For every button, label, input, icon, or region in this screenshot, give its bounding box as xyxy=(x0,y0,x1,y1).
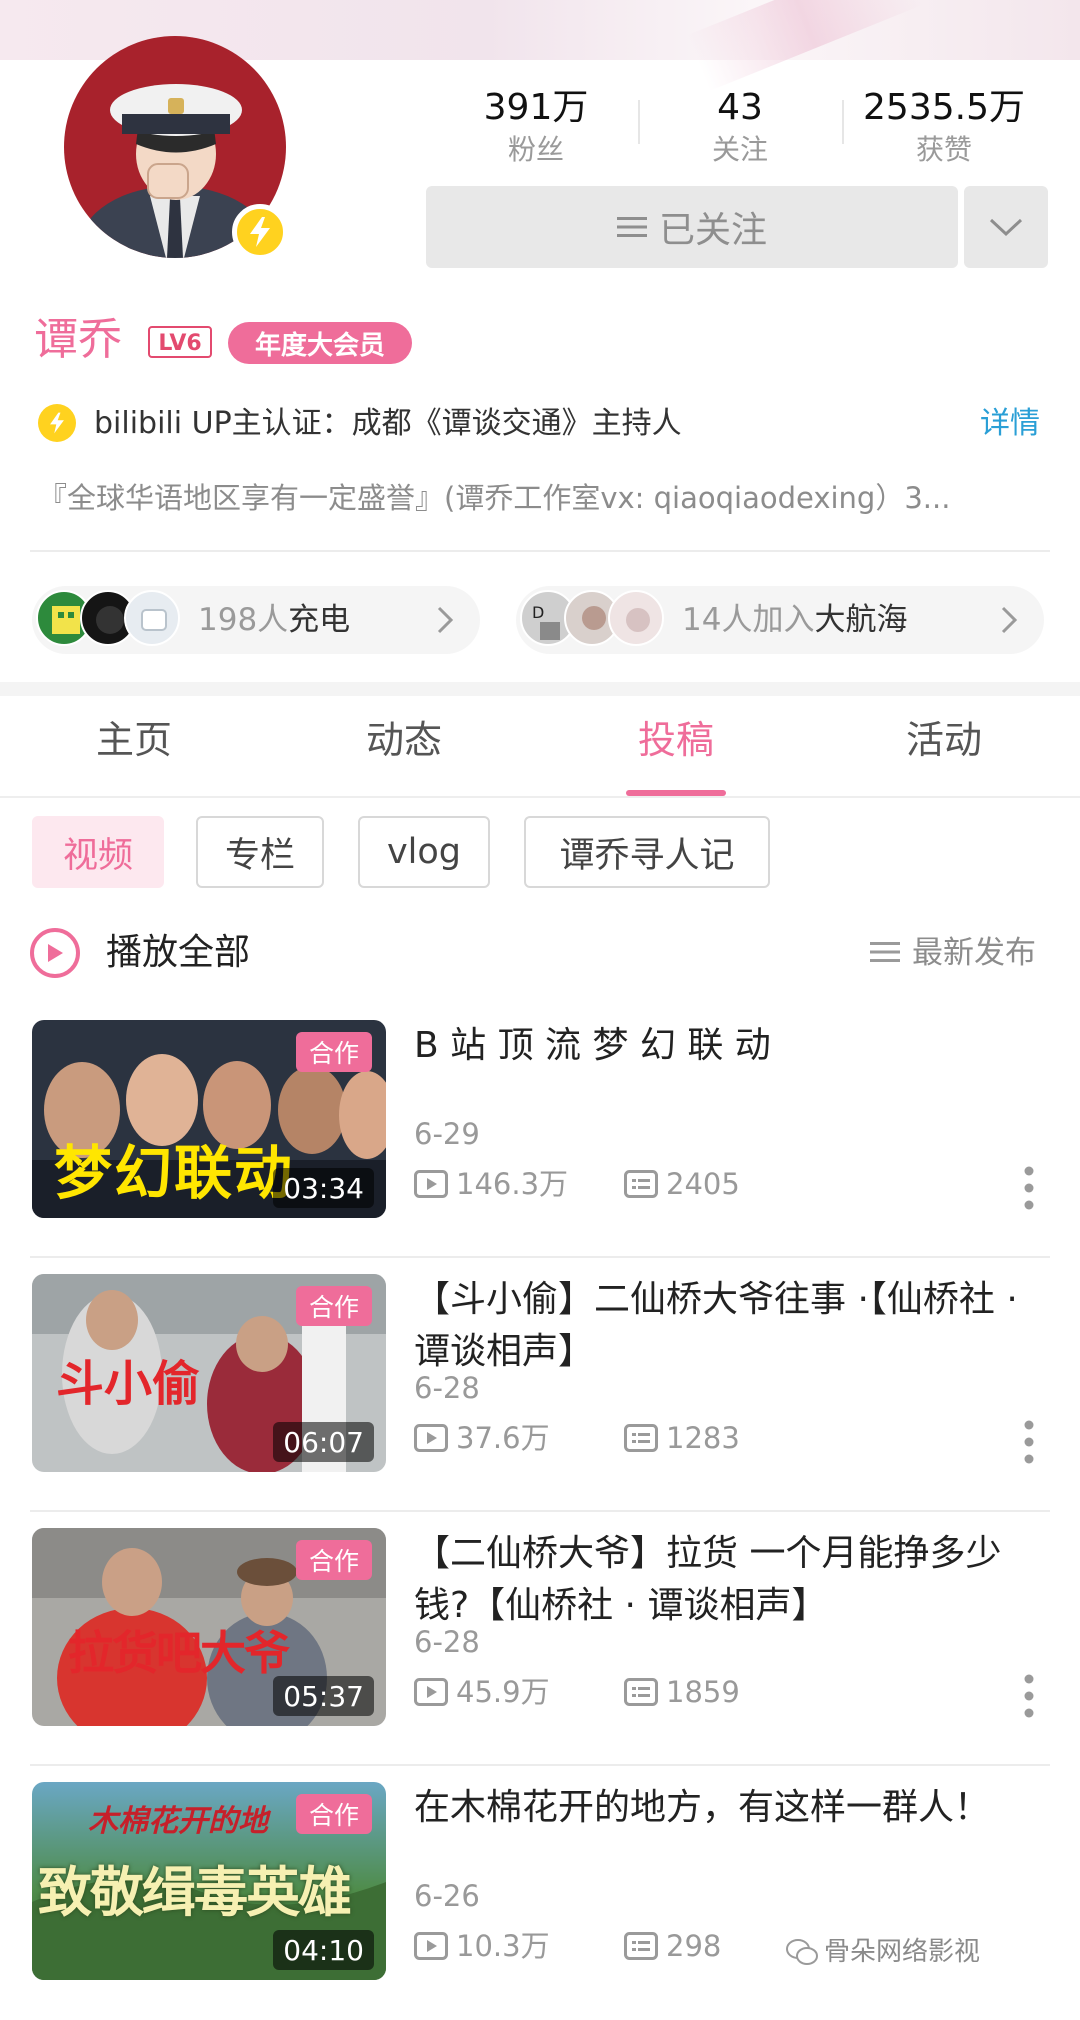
stat-likes: 2535.5万 获赞 xyxy=(854,88,1034,168)
filter-video[interactable]: 视频 xyxy=(32,816,164,888)
play-count-icon xyxy=(414,1170,448,1198)
stat-following[interactable]: 43 关注 xyxy=(650,88,830,168)
stat-divider xyxy=(842,100,844,144)
coop-tag: 合作 xyxy=(296,1286,372,1326)
video-duration: 04:10 xyxy=(273,1930,374,1970)
level-text: LV6 xyxy=(158,331,201,356)
video-title[interactable]: B 站 顶 流 梦 幻 联 动 xyxy=(414,1020,1054,1072)
cover-subtitle: 木棉花开的地 xyxy=(88,1804,268,1839)
vip-badge: 年度大会员 xyxy=(228,322,412,364)
video-play-count: 37.6万 xyxy=(456,1421,550,1455)
video-thumbnail[interactable]: 拉货吧大爷 合作 05:37 xyxy=(32,1528,386,1726)
play-all-icon[interactable] xyxy=(30,928,80,978)
verification-text: bilibili UP主认证：成都《谭谈交通》主持人 xyxy=(94,406,682,441)
video-date: 6-28 xyxy=(414,1371,480,1405)
chevron-down-icon xyxy=(989,218,1023,237)
following-label: 关注 xyxy=(711,133,768,166)
more-options-icon[interactable] xyxy=(1022,1672,1036,1720)
charge-supporters[interactable]: 198人充电 xyxy=(32,586,480,654)
video-danmaku-count: 2405 xyxy=(666,1167,740,1201)
stat-followers[interactable]: 391万 粉丝 xyxy=(446,88,626,168)
video-play-count: 10.3万 xyxy=(456,1929,550,1963)
play-count-icon xyxy=(414,1678,448,1706)
svg-text:D: D xyxy=(532,603,544,622)
tab-activities[interactable]: 活动 xyxy=(844,712,1044,768)
supporter-avatar xyxy=(608,590,664,646)
coop-tag: 合作 xyxy=(296,1032,372,1072)
tabs-divider xyxy=(0,796,1080,798)
video-duration: 03:34 xyxy=(273,1168,374,1208)
fleet-text: 14人加入大航海 xyxy=(682,602,908,638)
likes-label: 获赞 xyxy=(915,133,972,166)
video-date: 6-28 xyxy=(414,1625,480,1659)
charge-text: 198人充电 xyxy=(198,602,351,638)
filter-vlog[interactable]: vlog xyxy=(358,816,490,888)
video-thumbnail[interactable]: 木棉花开的地 致敬缉毒英雄 合作 04:10 xyxy=(32,1782,386,1980)
video-title[interactable]: 在木棉花开的地方，有这样一群人！ xyxy=(414,1782,1054,1834)
video-date: 6-29 xyxy=(414,1117,480,1151)
chevron-right-icon xyxy=(437,606,454,634)
filter-search-people[interactable]: 谭乔寻人记 xyxy=(524,816,770,888)
tab-home[interactable]: 主页 xyxy=(34,712,234,768)
following-count: 43 xyxy=(717,87,763,128)
danmaku-icon xyxy=(624,1678,658,1706)
sort-button[interactable]: 最新发布 xyxy=(912,930,1036,976)
level-badge: LV6 xyxy=(148,326,212,362)
profile-name: 谭乔 xyxy=(34,314,122,365)
sort-icon xyxy=(870,942,900,962)
play-count-icon xyxy=(414,1424,448,1452)
video-danmaku-count: 1283 xyxy=(666,1421,740,1455)
tab-uploads[interactable]: 投稿 xyxy=(576,712,776,768)
stat-divider xyxy=(638,100,640,144)
chevron-right-icon xyxy=(1001,606,1018,634)
coop-tag: 合作 xyxy=(296,1540,372,1580)
follow-options-button[interactable] xyxy=(964,186,1048,268)
video-play-count: 146.3万 xyxy=(456,1167,569,1201)
video-title[interactable]: 【斗小偷】二仙桥大爷往事 ·【仙桥社 · 谭谈相声】 xyxy=(414,1274,1054,1378)
likes-count: 2535.5万 xyxy=(863,87,1025,128)
followers-count: 391万 xyxy=(483,87,589,128)
cover-title: 梦幻联动 xyxy=(54,1139,295,1207)
section-divider xyxy=(0,682,1080,696)
video-danmaku-count: 1859 xyxy=(666,1675,740,1709)
detail-link[interactable]: 详情 xyxy=(980,404,1040,444)
video-item[interactable]: 斗小偷 合作 06:07 【斗小偷】二仙桥大爷往事 ·【仙桥社 · 谭谈相声】 … xyxy=(0,1258,1080,1512)
video-duration: 06:07 xyxy=(273,1422,374,1462)
danmaku-icon xyxy=(624,1170,658,1198)
verified-bolt-icon xyxy=(38,404,76,442)
watermark: 骨朵网络影视 xyxy=(824,1937,981,1967)
video-thumbnail[interactable]: 斗小偷 合作 06:07 xyxy=(32,1274,386,1472)
wechat-icon xyxy=(786,1939,818,1965)
followed-button[interactable]: 已关注 xyxy=(426,186,958,268)
filter-column[interactable]: 专栏 xyxy=(196,816,324,888)
video-duration: 05:37 xyxy=(273,1676,374,1716)
supporter-avatar xyxy=(124,590,180,646)
verified-bolt-icon xyxy=(232,204,288,260)
video-play-count: 45.9万 xyxy=(456,1675,550,1709)
coop-tag: 合作 xyxy=(296,1794,372,1834)
video-date: 6-26 xyxy=(414,1879,480,1913)
cover-title: 致敬缉毒英雄 xyxy=(38,1861,352,1924)
fleet-supporters[interactable]: D 14人加入大航海 xyxy=(516,586,1044,654)
cover-title: 拉货吧大爷 xyxy=(68,1626,290,1680)
video-item[interactable]: 拉货吧大爷 合作 05:37 【二仙桥大爷】拉货 一个月能挣多少钱?【仙桥社 ·… xyxy=(0,1512,1080,1766)
tab-dynamics[interactable]: 动态 xyxy=(304,712,504,768)
more-options-icon[interactable] xyxy=(1022,1164,1036,1212)
followed-button-label: 已关注 xyxy=(658,210,767,251)
divider xyxy=(30,550,1050,552)
video-danmaku-count: 298 xyxy=(666,1929,722,1963)
video-thumbnail[interactable]: 梦幻联动 合作 03:34 xyxy=(32,1020,386,1218)
more-options-icon[interactable] xyxy=(1022,1418,1036,1466)
danmaku-icon xyxy=(624,1424,658,1452)
profile-bio[interactable]: 『全球华语地区享有一定盛誉』(谭乔工作室vx: qiaoqiaodexing）3… xyxy=(38,478,1038,518)
video-item[interactable]: 木棉花开的地 致敬缉毒英雄 合作 04:10 在木棉花开的地方，有这样一群人！ … xyxy=(0,1766,1080,2020)
danmaku-icon xyxy=(624,1932,658,1960)
play-all-button[interactable]: 播放全部 xyxy=(106,928,250,978)
video-title[interactable]: 【二仙桥大爷】拉货 一个月能挣多少钱?【仙桥社 · 谭谈相声】 xyxy=(414,1528,1054,1632)
followers-label: 粉丝 xyxy=(507,133,564,166)
cover-title: 斗小偷 xyxy=(56,1356,201,1412)
video-item[interactable]: 梦幻联动 合作 03:34 B 站 顶 流 梦 幻 联 动 6-29 146.3… xyxy=(0,1004,1080,1258)
play-count-icon xyxy=(414,1932,448,1960)
menu-lines-icon xyxy=(616,217,647,237)
